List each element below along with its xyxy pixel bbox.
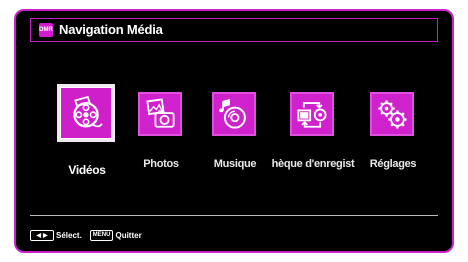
recording-library-icon — [290, 92, 334, 136]
camera-photo-icon — [138, 92, 182, 136]
title-bar: DMR Navigation Média — [30, 18, 438, 42]
select-hint-label: Sélect. — [56, 230, 82, 240]
menu-item-recording-library[interactable]: hèque d'enregist — [272, 92, 355, 182]
menu-item-settings[interactable]: Réglages — [353, 92, 433, 182]
footer-hints: ◀ ▶ Sélect. MENU Quitter — [30, 228, 150, 242]
music-disc-icon — [212, 92, 256, 136]
quit-hint-label: Quitter — [115, 230, 142, 240]
footer-divider — [30, 215, 438, 216]
left-right-arrows-icon: ◀ ▶ — [30, 229, 54, 241]
film-reel-icon — [57, 84, 115, 142]
media-navigation-icon: DMR — [39, 23, 53, 37]
menu-key-badge: MENU — [89, 229, 114, 241]
media-browser-screen: DMR Navigation Média Vidéos Photos Musiq… — [14, 9, 454, 253]
page-title: Navigation Média — [59, 22, 163, 37]
settings-gears-icon — [370, 92, 414, 136]
menu-item-label: Réglages — [369, 158, 417, 170]
